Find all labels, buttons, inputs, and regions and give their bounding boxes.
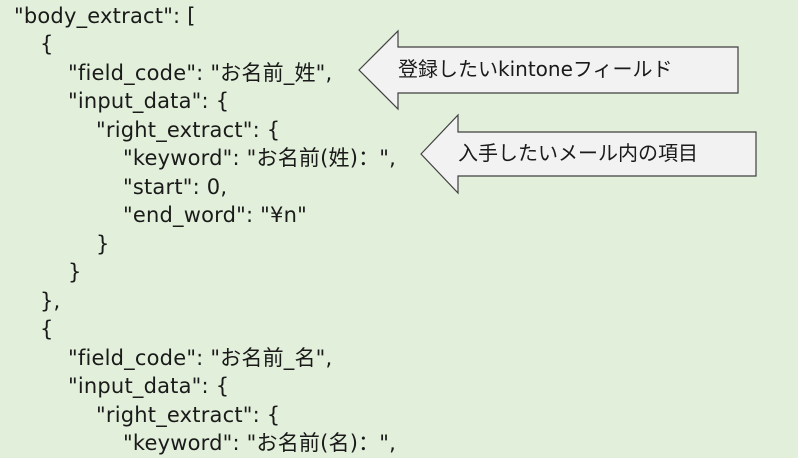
code-line: {	[40, 32, 54, 56]
code-line: {	[40, 317, 54, 341]
code-line: "input_data": {	[68, 89, 230, 113]
field-callout-label: 登録したいkintoneフィールド	[398, 57, 673, 81]
keyword-callout-label: 入手したいメール内の項目	[458, 141, 698, 165]
code-line: "field_code": "お名前_姓",	[68, 61, 333, 85]
code-line: "field_code": "お名前_名",	[68, 346, 333, 370]
code-line: "start": 0,	[123, 175, 228, 199]
code-line: "right_extract": {	[96, 403, 281, 427]
code-line: }	[96, 232, 110, 256]
code-line: "body_extract": [	[14, 4, 196, 28]
code-line: },	[40, 289, 61, 313]
field-callout: 登録したいkintoneフィールド	[358, 29, 740, 111]
code-line: "input_data": {	[68, 374, 230, 398]
code-line: }	[68, 260, 82, 284]
keyword-callout: 入手したいメール内の項目	[420, 113, 758, 195]
code-line: "keyword": "お名前(名)：",	[123, 431, 397, 455]
code-line: "end_word": "¥n"	[123, 203, 307, 227]
code-line: "right_extract": {	[96, 118, 281, 142]
code-line: "keyword": "お名前(姓)：",	[123, 146, 397, 170]
